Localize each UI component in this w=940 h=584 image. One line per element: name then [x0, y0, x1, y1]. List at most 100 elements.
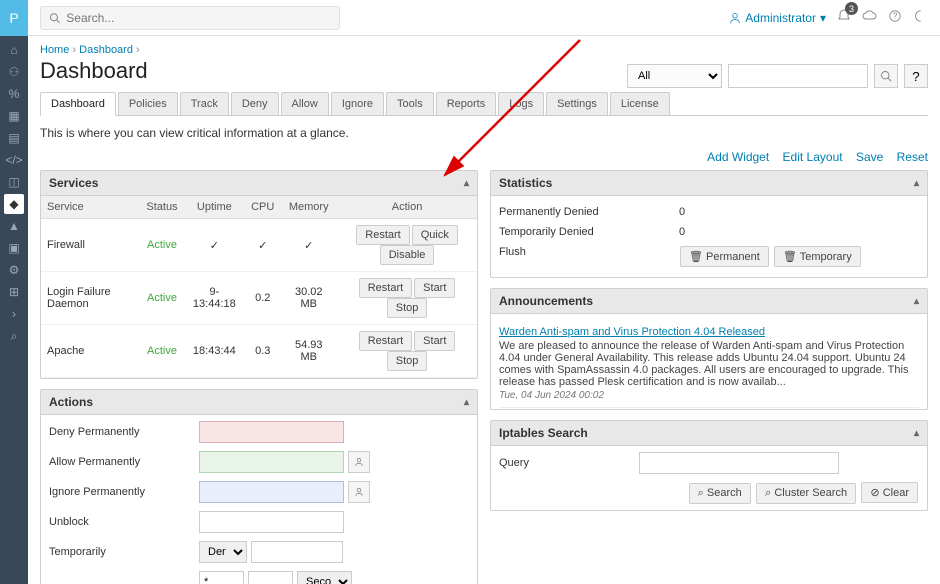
collapse-icon[interactable]: ▴ [464, 178, 469, 189]
svc-status: Active [140, 325, 183, 378]
collapse-icon[interactable]: ▴ [914, 178, 919, 189]
admin-menu[interactable]: Administrator ▾ [729, 11, 826, 25]
sidebar-ext2[interactable]: ▣ [4, 238, 24, 258]
sidebar: ⌂ ⚇ % ▦ ▤ </> ◫ ◆ ▲ ▣ ⚙ ⊞ › ⌕ [0, 36, 28, 584]
svc-restart-button[interactable]: Restart [356, 225, 409, 245]
save-link[interactable]: Save [856, 150, 883, 164]
tab-ignore[interactable]: Ignore [331, 92, 384, 115]
sidebar-code[interactable]: </> [4, 150, 24, 170]
tab-policies[interactable]: Policies [118, 92, 178, 115]
svc-restart-button[interactable]: Restart [359, 278, 412, 298]
svc-start-button[interactable]: Start [414, 331, 455, 351]
help-icon[interactable]: ? [888, 9, 902, 26]
sidebar-active[interactable]: ◆ [4, 194, 24, 214]
breadcrumb: Home › Dashboard › [40, 44, 148, 56]
filter-input[interactable] [728, 64, 868, 88]
admin-label: Administrator [745, 11, 816, 25]
svc-mem: 30.02 MB [280, 272, 337, 325]
tab-license[interactable]: License [610, 92, 670, 115]
notifications-icon[interactable]: 3 [836, 8, 852, 27]
sidebar-home[interactable]: ⌂ [4, 40, 24, 60]
deny-perm-label: Deny Permanently [49, 426, 199, 438]
page-title: Dashboard [40, 58, 148, 84]
svc-restart-button[interactable]: Restart [359, 331, 412, 351]
sidebar-grid[interactable]: ▦ [4, 106, 24, 126]
tab-track[interactable]: Track [180, 92, 229, 115]
actions-title: Actions [49, 395, 93, 409]
unblock-input[interactable] [199, 511, 344, 533]
sidebar-sliders[interactable]: ⚙ [4, 260, 24, 280]
temp-denied-label: Temporarily Denied [499, 226, 679, 238]
col-service: Service [41, 196, 140, 219]
logo: P [0, 0, 28, 36]
tab-reports[interactable]: Reports [436, 92, 497, 115]
tab-dashboard[interactable]: Dashboard [40, 92, 116, 116]
allow-user-button[interactable] [348, 451, 370, 473]
col-action: Action [337, 196, 477, 219]
sidebar-expand[interactable]: › [4, 304, 24, 324]
collapse-icon[interactable]: ▴ [464, 397, 469, 408]
sidebar-users[interactable]: ⚇ [4, 62, 24, 82]
add-widget-link[interactable]: Add Widget [707, 150, 769, 164]
table-row: Login Failure Daemon Active 9-13:44:18 0… [41, 272, 477, 325]
collapse-icon[interactable]: ▴ [914, 296, 919, 307]
sidebar-db[interactable]: ▤ [4, 128, 24, 148]
cluster-search-button[interactable]: ⌕ Cluster Search [756, 483, 856, 504]
cloud-icon[interactable] [862, 8, 878, 27]
perm-denied-val: 0 [679, 206, 919, 218]
tab-settings[interactable]: Settings [546, 92, 608, 115]
temp-num-input[interactable] [248, 571, 293, 584]
tab-deny[interactable]: Deny [231, 92, 279, 115]
svc-stop-button[interactable]: Stop [387, 351, 428, 371]
clear-button[interactable]: ⊘ Clear [861, 482, 918, 503]
announcement-title[interactable]: Warden Anti-spam and Virus Protection 4.… [499, 326, 919, 338]
tab-tools[interactable]: Tools [386, 92, 434, 115]
temp-select[interactable]: Deny [199, 541, 247, 563]
tabs: Dashboard Policies Track Deny Allow Igno… [40, 92, 928, 116]
services-panel: Services▴ Service Status Uptime CPU Memo… [40, 170, 478, 379]
intro-text: This is where you can view critical info… [40, 126, 928, 140]
col-cpu: CPU [245, 196, 280, 219]
ignore-perm-input[interactable] [199, 481, 344, 503]
temporarily-label: Temporarily [49, 546, 199, 558]
sidebar-apps[interactable]: ⊞ [4, 282, 24, 302]
sidebar-ext1[interactable]: ▲ [4, 216, 24, 236]
sidebar-chart[interactable]: ◫ [4, 172, 24, 192]
global-search[interactable] [40, 6, 340, 30]
svc-stop-button[interactable]: Stop [387, 298, 428, 318]
iptables-search-button[interactable]: ⌕ Search [689, 483, 751, 504]
tab-logs[interactable]: Logs [498, 92, 544, 115]
svc-disable-button[interactable]: Disable [380, 245, 435, 265]
edit-layout-link[interactable]: Edit Layout [783, 150, 843, 164]
query-input[interactable] [639, 452, 839, 474]
sidebar-search[interactable]: ⌕ [4, 326, 24, 346]
flush-permanent-button[interactable]: 🗑 Permanent [680, 246, 769, 267]
svc-name: Login Failure Daemon [41, 272, 140, 325]
temp-value-input[interactable] [251, 541, 343, 563]
svc-start-button[interactable]: Start [414, 278, 455, 298]
svc-quick-button[interactable]: Quick [412, 225, 458, 245]
tab-allow[interactable]: Allow [281, 92, 329, 115]
temp-star-input[interactable] [199, 571, 244, 584]
flush-temporary-button[interactable]: 🗑 Temporary [774, 246, 861, 267]
svc-uptime: ✓ [184, 219, 246, 272]
temp-unit-select[interactable]: Seconds [297, 571, 352, 584]
ignore-perm-label: Ignore Permanently [49, 486, 199, 498]
moon-icon[interactable] [912, 9, 926, 26]
filter-select[interactable]: All [627, 64, 722, 88]
services-title: Services [49, 176, 98, 190]
breadcrumb-dashboard[interactable]: Dashboard [79, 44, 133, 56]
iptables-panel: Iptables Search▴ Query ⌕ Search ⌕ Cluste… [490, 420, 928, 511]
ignore-user-button[interactable] [348, 481, 370, 503]
collapse-icon[interactable]: ▴ [914, 428, 919, 439]
svc-cpu: 0.2 [245, 272, 280, 325]
sidebar-percent[interactable]: % [4, 84, 24, 104]
filter-help-button[interactable]: ? [904, 64, 928, 88]
filter-search-button[interactable] [874, 64, 898, 88]
deny-perm-input[interactable] [199, 421, 344, 443]
allow-perm-input[interactable] [199, 451, 344, 473]
breadcrumb-home[interactable]: Home [40, 44, 69, 56]
reset-link[interactable]: Reset [897, 150, 928, 164]
actions-panel: Actions▴ Deny Permanently Allow Permanen… [40, 389, 478, 584]
search-input[interactable] [66, 11, 331, 25]
